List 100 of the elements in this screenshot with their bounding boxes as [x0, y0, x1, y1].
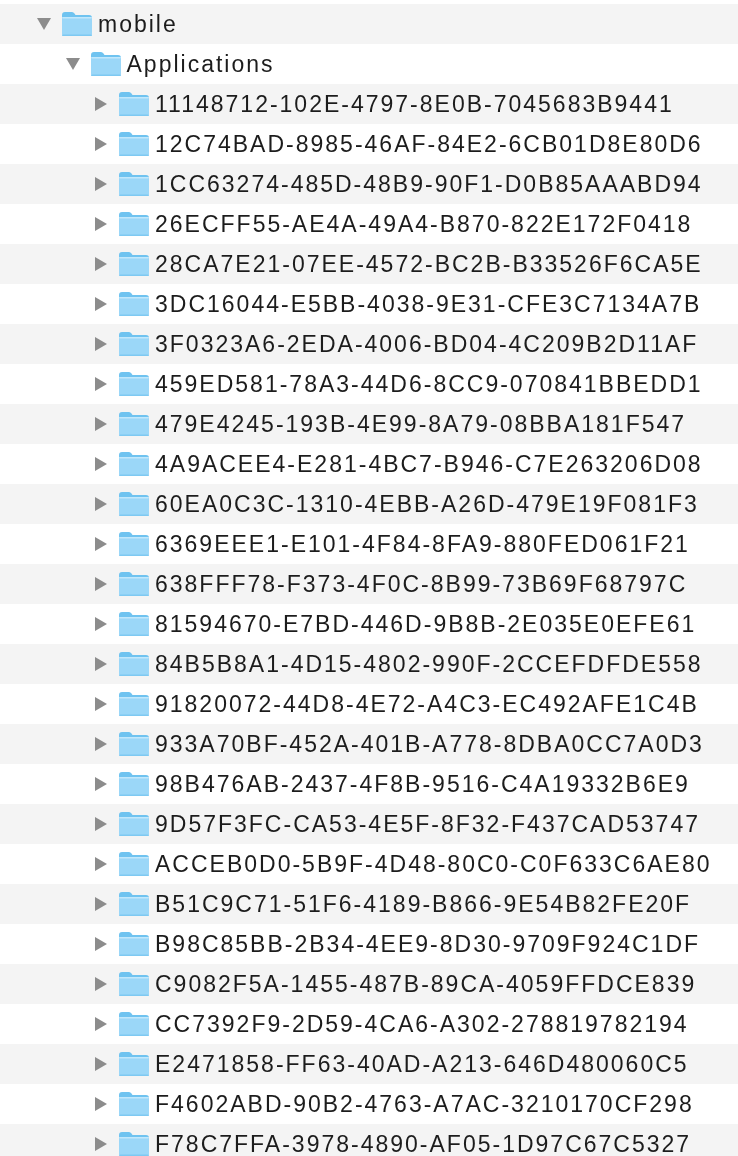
disclosure-triangle-icon[interactable] [94, 977, 108, 991]
folder-icon [119, 372, 149, 396]
tree-row[interactable]: 11148712-102E-4797-8E0B-7045683B9441 [0, 84, 738, 124]
folder-icon [119, 972, 149, 996]
folder-icon [119, 1092, 149, 1116]
folder-icon [119, 692, 149, 716]
tree-row[interactable]: 638FFF78-F373-4F0C-8B99-73B69F68797C [0, 564, 738, 604]
folder-icon [90, 52, 121, 76]
disclosure-triangle-icon[interactable] [94, 857, 108, 871]
folder-icon [119, 892, 149, 916]
disclosure-triangle-icon[interactable] [94, 697, 108, 711]
folder-name: B51C9C71-51F6-4189-B866-9E54B82FE20F [155, 892, 692, 916]
folder-name: 60EA0C3C-1310-4EBB-A26D-479E19F081F3 [155, 492, 699, 516]
tree-row[interactable]: 479E4245-193B-4E99-8A79-08BBA181F547 [0, 404, 738, 444]
disclosure-triangle-icon[interactable] [94, 457, 108, 471]
folder-name: 459ED581-78A3-44D6-8CC9-070841BBEDD1 [155, 372, 703, 396]
tree-row[interactable]: 1CC63274-485D-48B9-90F1-D0B85AAABD94 [0, 164, 738, 204]
tree-row[interactable]: 9D57F3FC-CA53-4E5F-8F32-F437CAD53747 [0, 804, 738, 844]
disclosure-triangle-icon[interactable] [94, 657, 108, 671]
folder-icon [119, 932, 149, 956]
disclosure-triangle-icon[interactable] [94, 817, 108, 831]
folder-icon [119, 652, 149, 676]
folder-icon [119, 332, 149, 356]
folder-name: 3F0323A6-2EDA-4006-BD04-4C209B2D11AF [155, 332, 699, 356]
disclosure-triangle-icon[interactable] [94, 1057, 108, 1071]
folder-icon [119, 92, 149, 116]
folder-name: 6369EEE1-E101-4F84-8FA9-880FED061F21 [155, 532, 690, 556]
folder-icon [119, 1052, 149, 1076]
tree-row[interactable]: F78C7FFA-3978-4890-AF05-1D97C67C5327 [0, 1124, 738, 1156]
folder-name: 4A9ACEE4-E281-4BC7-B946-C7E263206D08 [155, 452, 703, 476]
disclosure-triangle-icon[interactable] [94, 497, 108, 511]
tree-row[interactable]: mobile [0, 4, 738, 44]
tree-row[interactable]: 933A70BF-452A-401B-A778-8DBA0CC7A0D3 [0, 724, 738, 764]
disclosure-triangle-icon[interactable] [94, 1017, 108, 1031]
disclosure-triangle-icon[interactable] [94, 1137, 108, 1151]
tree-row[interactable]: 84B5B8A1-4D15-4802-990F-2CCEFDFDE558 [0, 644, 738, 684]
folder-icon [119, 492, 149, 516]
disclosure-triangle-icon[interactable] [37, 17, 51, 31]
folder-icon [119, 1132, 149, 1156]
folder-icon [62, 12, 92, 36]
folder-name: 479E4245-193B-4E99-8A79-08BBA181F547 [155, 412, 687, 436]
disclosure-triangle-icon[interactable] [94, 217, 108, 231]
tree-row[interactable]: E2471858-FF63-40AD-A213-646D480060C5 [0, 1044, 738, 1084]
folder-icon [119, 532, 149, 556]
folder-icon [119, 772, 149, 796]
folder-icon [119, 572, 149, 596]
folder-icon [119, 292, 149, 316]
folder-icon [119, 1012, 149, 1036]
folder-name: C9082F5A-1455-487B-89CA-4059FFDCE839 [155, 972, 697, 996]
tree-row[interactable]: B51C9C71-51F6-4189-B866-9E54B82FE20F [0, 884, 738, 924]
folder-name: 84B5B8A1-4D15-4802-990F-2CCEFDFDE558 [155, 652, 703, 676]
disclosure-triangle-icon[interactable] [94, 937, 108, 951]
folder-icon [119, 612, 149, 636]
disclosure-triangle-icon[interactable] [94, 417, 108, 431]
disclosure-triangle-icon[interactable] [94, 777, 108, 791]
folder-icon [119, 412, 149, 436]
folder-name: 26ECFF55-AE4A-49A4-B870-822E172F0418 [155, 212, 693, 236]
disclosure-triangle-icon[interactable] [94, 297, 108, 311]
folder-icon [119, 452, 149, 476]
folder-name: F78C7FFA-3978-4890-AF05-1D97C67C5327 [155, 1132, 692, 1156]
folder-icon [119, 252, 149, 276]
folder-name: B98C85BB-2B34-4EE9-8D30-9709F924C1DF [155, 932, 701, 956]
folder-icon [119, 852, 149, 876]
tree-row[interactable]: C9082F5A-1455-487B-89CA-4059FFDCE839 [0, 964, 738, 1004]
folder-name: 11148712-102E-4797-8E0B-7045683B9441 [155, 92, 674, 116]
folder-name: 12C74BAD-8985-46AF-84E2-6CB01D8E80D6 [155, 132, 703, 156]
tree-row[interactable]: 3F0323A6-2EDA-4006-BD04-4C209B2D11AF [0, 324, 738, 364]
folder-icon [119, 212, 149, 236]
folder-name: CC7392F9-2D59-4CA6-A302-278819782194 [155, 1012, 689, 1036]
disclosure-triangle-icon[interactable] [94, 377, 108, 391]
folder-name: ACCEB0D0-5B9F-4D48-80C0-C0F633C6AE80 [155, 852, 712, 876]
folder-name: E2471858-FF63-40AD-A213-646D480060C5 [155, 1052, 689, 1076]
disclosure-triangle-icon[interactable] [94, 337, 108, 351]
folder-icon [119, 812, 149, 836]
folder-icon [119, 732, 149, 756]
tree-row[interactable]: 28CA7E21-07EE-4572-BC2B-B33526F6CA5E [0, 244, 738, 284]
folder-name: 3DC16044-E5BB-4038-9E31-CFE3C7134A7B [155, 292, 702, 316]
disclosure-triangle-icon[interactable] [94, 177, 108, 191]
disclosure-triangle-icon[interactable] [65, 57, 80, 71]
disclosure-triangle-icon[interactable] [94, 257, 108, 271]
folder-name: 638FFF78-F373-4F0C-8B99-73B69F68797C [155, 572, 688, 596]
disclosure-triangle-icon[interactable] [94, 1097, 108, 1111]
folder-name: 98B476AB-2437-4F8B-9516-C4A19332B6E9 [155, 772, 690, 796]
disclosure-triangle-icon[interactable] [94, 577, 108, 591]
folder-icon [119, 172, 149, 196]
tree-row[interactable]: 60EA0C3C-1310-4EBB-A26D-479E19F081F3 [0, 484, 738, 524]
disclosure-triangle-icon[interactable] [94, 897, 108, 911]
folder-name: 28CA7E21-07EE-4572-BC2B-B33526F6CA5E [155, 252, 703, 276]
disclosure-triangle-icon[interactable] [94, 97, 108, 111]
disclosure-triangle-icon[interactable] [94, 137, 108, 151]
folder-name: 9D57F3FC-CA53-4E5F-8F32-F437CAD53747 [155, 812, 700, 836]
disclosure-triangle-icon[interactable] [94, 537, 108, 551]
disclosure-triangle-icon[interactable] [94, 617, 108, 631]
disclosure-triangle-icon[interactable] [94, 737, 108, 751]
folder-name: mobile [98, 12, 178, 36]
folder-name: Applications [126, 52, 275, 76]
folder-icon [119, 132, 149, 156]
folder-name: 933A70BF-452A-401B-A778-8DBA0CC7A0D3 [155, 732, 704, 756]
folder-name: F4602ABD-90B2-4763-A7AC-3210170CF298 [155, 1092, 694, 1116]
folder-name: 1CC63274-485D-48B9-90F1-D0B85AAABD94 [155, 172, 703, 196]
